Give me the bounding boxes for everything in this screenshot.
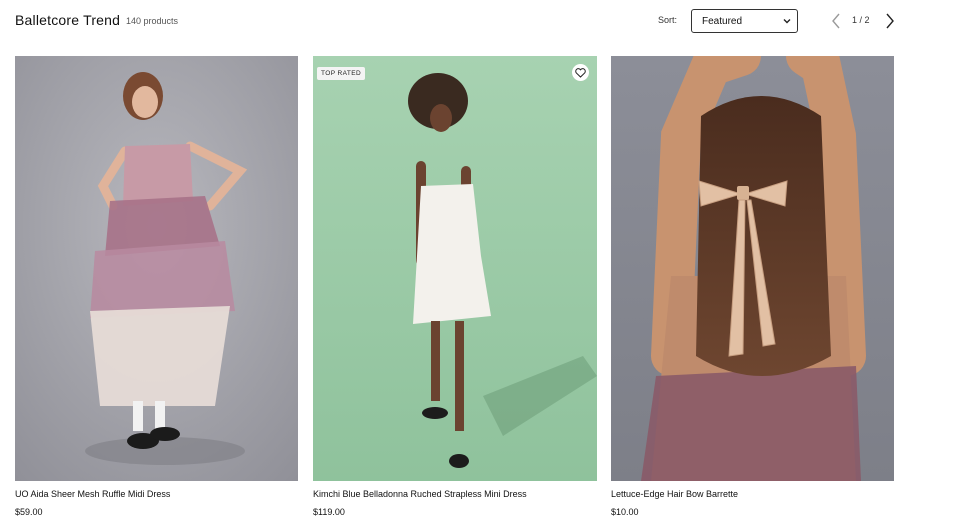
product-name[interactable]: Lettuce-Edge Hair Bow Barrette <box>611 489 894 499</box>
heart-icon <box>575 67 586 78</box>
product-price: $119.00 <box>313 507 345 517</box>
product-photo-hair-bow <box>611 56 894 481</box>
page-header: Balletcore Trend 140 products Sort: Feat… <box>0 0 960 44</box>
product-image[interactable] <box>15 56 298 481</box>
product-image[interactable] <box>611 56 894 481</box>
top-rated-badge: TOP RATED <box>317 67 366 80</box>
product-card[interactable]: UO Aida Sheer Mesh Ruffle Midi Dress $59… <box>15 56 298 517</box>
product-price: $10.00 <box>611 507 639 517</box>
product-name[interactable]: Kimchi Blue Belladonna Ruched Strapless … <box>313 489 597 499</box>
product-photo-dress <box>15 56 298 481</box>
product-count: 140 products <box>126 16 179 26</box>
page-indicator: 1 / 2 <box>852 15 870 25</box>
sort-selected-value: Featured <box>702 16 743 27</box>
sort-label: Sort: <box>658 15 678 25</box>
product-card[interactable]: Lettuce-Edge Hair Bow Barrette $10.00 <box>611 56 894 517</box>
page-title: Balletcore Trend <box>15 12 121 28</box>
chevron-left-icon[interactable] <box>830 12 842 30</box>
chevron-down-icon <box>783 19 791 24</box>
product-card[interactable]: TOP RATED Kimchi Blue Belladonna Ruched … <box>313 56 597 517</box>
favorite-button[interactable] <box>572 64 589 81</box>
chevron-right-icon[interactable] <box>884 12 896 30</box>
sort-select[interactable]: Featured <box>691 9 798 33</box>
product-price: $59.00 <box>15 507 43 517</box>
product-photo-dress <box>313 56 597 481</box>
product-image[interactable]: TOP RATED <box>313 56 597 481</box>
product-name[interactable]: UO Aida Sheer Mesh Ruffle Midi Dress <box>15 489 298 499</box>
